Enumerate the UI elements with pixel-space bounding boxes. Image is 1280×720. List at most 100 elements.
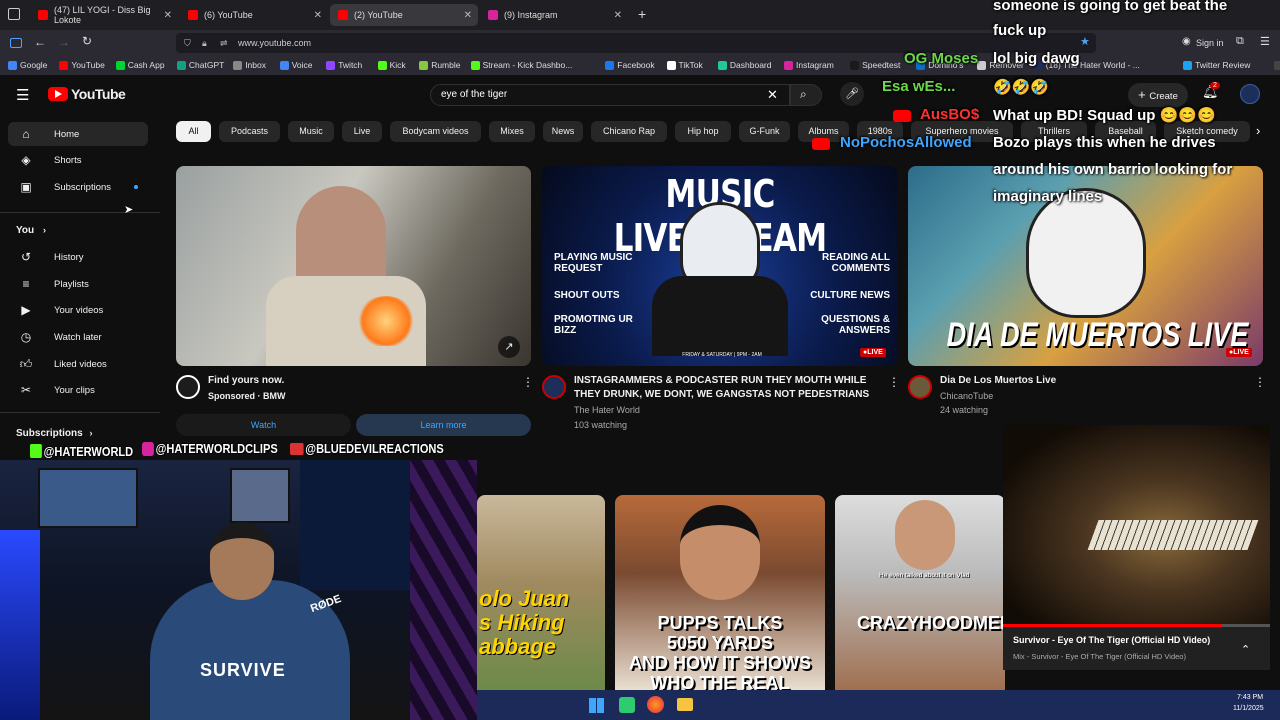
firefox-icon[interactable]: [647, 696, 664, 713]
clock-date[interactable]: 11/1/2025: [1233, 705, 1264, 712]
hamburger-menu-icon[interactable]: ☰: [16, 86, 29, 104]
bookmark-item[interactable]: Google: [8, 60, 47, 70]
bookmark-item[interactable]: ChatGPT: [176, 60, 224, 70]
subscriptions-section-header[interactable]: Subscriptions ›: [16, 428, 92, 439]
close-tab-icon[interactable]: ✕: [464, 10, 472, 21]
sidebar-item-history[interactable]: ↺ History: [8, 245, 148, 269]
avatar[interactable]: [1240, 84, 1260, 104]
close-tab-icon[interactable]: ✕: [314, 10, 322, 21]
bookmark-item[interactable]: Twitch: [326, 60, 362, 70]
extensions-icon[interactable]: ⧉: [1236, 35, 1244, 48]
left-feature-3: PROMOTING UR BIZZ: [554, 314, 633, 336]
voice-search-icon[interactable]: 🎤︎: [840, 82, 864, 106]
bookmark-label: Stream - Kick Dashbo...: [482, 60, 573, 70]
app-icon[interactable]: [619, 697, 635, 713]
learn-more-button[interactable]: Learn more: [356, 414, 531, 436]
chips-next-icon[interactable]: ›: [1256, 123, 1260, 138]
short-caption: He even talked about it on Vlad: [879, 572, 970, 579]
sidebar-item-your-clips[interactable]: ✂ Your clips: [8, 378, 148, 402]
watch-button[interactable]: Watch: [176, 414, 351, 436]
close-tab-icon[interactable]: ✕: [164, 10, 172, 21]
browser-tab-1[interactable]: (47) LIL YOGI - Diss Big Lokote ✕: [30, 4, 178, 26]
file-explorer-icon[interactable]: [677, 698, 693, 711]
bookmark-item[interactable]: Inbox: [233, 60, 266, 70]
bookmark-item[interactable]: Rumble: [419, 60, 460, 70]
new-tab-button[interactable]: +: [638, 6, 646, 22]
miniplayer-title[interactable]: Survivor - Eye Of The Tiger (Official HD…: [1013, 635, 1210, 645]
expand-miniplayer-icon[interactable]: ⌃: [1241, 643, 1250, 656]
bookmark-item[interactable]: Instagram: [784, 60, 834, 70]
reload-icon[interactable]: ↻: [82, 34, 92, 48]
bookmark-item[interactable]: YouTube: [59, 60, 105, 70]
clock-time[interactable]: 7:43 PM: [1237, 694, 1263, 701]
short-thumbnail[interactable]: olo Juan s Hiking abbage: [477, 495, 605, 690]
bookmark-item[interactable]: Stream - Kick Dashbo...: [470, 60, 573, 70]
create-button[interactable]: + Create: [1128, 83, 1188, 107]
bookmark-item[interactable]: Dashboard: [717, 60, 771, 70]
bookmark-item[interactable]: Facebook: [605, 60, 655, 70]
youtube-logo[interactable]: YouTube: [48, 86, 126, 102]
short-thumbnail[interactable]: He even talked about it on Vlad CRAZYHOO…: [835, 495, 1005, 690]
video-title[interactable]: Dia De Los Muertos Live: [940, 374, 1240, 388]
sidebar-item-playlists[interactable]: ≡ Playlists: [8, 272, 148, 296]
filter-chip[interactable]: Bodycam videos: [390, 121, 481, 142]
video-title[interactable]: INSTAGRAMMERS & PODCASTER RUN THEY MOUTH…: [574, 374, 874, 402]
filter-chip[interactable]: Podcasts: [219, 121, 280, 142]
miniplayer-video[interactable]: [1003, 425, 1270, 627]
bookmark-item[interactable]: Voice: [279, 60, 312, 70]
you-section-header[interactable]: You ›: [16, 225, 46, 236]
filter-chip[interactable]: All: [176, 121, 211, 142]
channel-name[interactable]: The Hater World: [574, 405, 640, 415]
filter-chip[interactable]: Music: [288, 121, 334, 142]
signin-link[interactable]: Sign in: [1196, 38, 1224, 48]
filter-chip[interactable]: Live: [342, 121, 382, 142]
browser-tab-3[interactable]: (2) YouTube ✕: [330, 4, 478, 26]
bookmark-label: Kick: [389, 60, 406, 70]
bookmark-item[interactable]: Speedtest: [850, 60, 900, 70]
sidebar-item-liked-videos[interactable]: 👍︎ Liked videos: [8, 352, 148, 376]
filter-chip[interactable]: G-Funk: [739, 121, 790, 142]
video-title[interactable]: Find yours now.: [208, 374, 508, 388]
search-button[interactable]: ⌕: [790, 84, 822, 106]
bookmark-item[interactable]: Express: [1273, 60, 1280, 70]
short-thumbnail[interactable]: PUPPS TALKS 5050 YARDS AND HOW IT SHOWS …: [615, 495, 825, 690]
more-options-icon[interactable]: ⋮: [522, 375, 534, 389]
bookmark-item[interactable]: Twitter Review: [1183, 60, 1250, 70]
clear-search-icon[interactable]: ✕: [767, 85, 778, 105]
search-input[interactable]: eye of the tiger ✕: [430, 84, 790, 106]
filter-chip[interactable]: Hip hop: [675, 121, 731, 142]
browser-tab-2[interactable]: (6) YouTube ✕: [180, 4, 328, 26]
channel-avatar-bmw[interactable]: [176, 375, 200, 399]
filter-chip[interactable]: Chicano Rap: [591, 121, 667, 142]
progress-track[interactable]: [1003, 624, 1270, 627]
bookmark-item[interactable]: TikTok: [666, 60, 703, 70]
video-thumbnail-livestream[interactable]: MUSIC LIVESTREAM PLAYING MUSIC REQUEST S…: [542, 166, 897, 366]
sidebar-item-watch-later[interactable]: ◷ Watch later: [8, 325, 148, 349]
more-options-icon[interactable]: ⋮: [1254, 375, 1266, 389]
forward-icon[interactable]: →: [58, 35, 70, 49]
browser-tab-4[interactable]: (9) Instagram ✕: [480, 4, 628, 26]
channel-name[interactable]: ChicanoTube: [940, 391, 993, 401]
channel-avatar-haterworld[interactable]: [542, 375, 566, 399]
sidebar-item-your-videos[interactable]: ▶ Your videos: [8, 298, 148, 322]
filter-chip[interactable]: News: [543, 121, 583, 142]
account-icon[interactable]: ◉: [1182, 36, 1191, 47]
sidebar-toggle-icon[interactable]: [10, 38, 22, 48]
bookmark-item[interactable]: Kick: [377, 60, 406, 70]
more-options-icon[interactable]: ⋮: [888, 375, 900, 389]
filter-chip[interactable]: Mixes: [489, 121, 535, 142]
menu-icon[interactable]: ☰: [1260, 35, 1270, 48]
external-link-icon[interactable]: ↗: [498, 336, 520, 358]
sidebar-item-shorts[interactable]: ◈ Shorts: [8, 148, 148, 172]
sidebar-item-home[interactable]: ⌂ Home: [8, 122, 148, 146]
bookmark-star-icon[interactable]: ★: [1080, 35, 1090, 48]
channel-avatar-chicanotube[interactable]: [908, 375, 932, 399]
miniplayer[interactable]: Survivor - Eye Of The Tiger (Official HD…: [1003, 425, 1270, 670]
bookmark-item[interactable]: Cash App: [115, 60, 165, 70]
video-thumbnail-ad[interactable]: ↗: [176, 166, 531, 366]
close-tab-icon[interactable]: ✕: [614, 10, 622, 21]
tab-list-icon[interactable]: [8, 8, 20, 20]
sidebar-item-subscriptions[interactable]: ▣ Subscriptions: [8, 175, 148, 199]
back-icon[interactable]: ←: [34, 35, 46, 49]
windows-start-icon[interactable]: [589, 698, 604, 713]
